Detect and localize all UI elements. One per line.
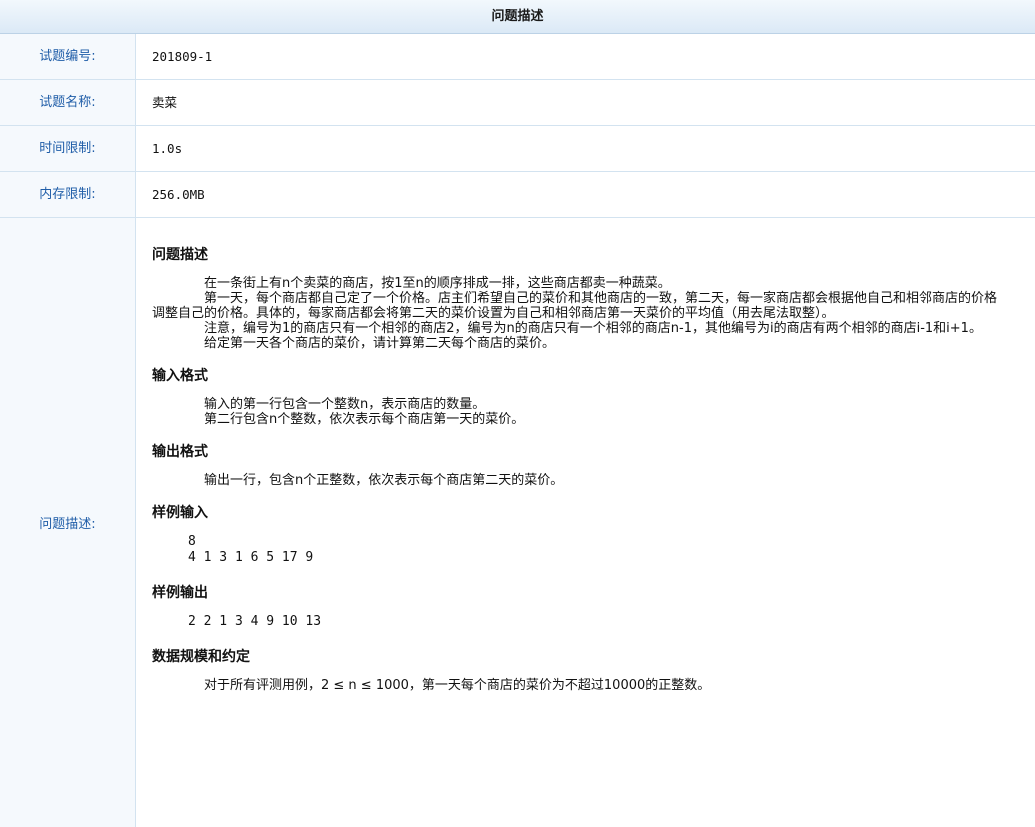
section-title-input: 输入格式	[152, 368, 208, 384]
field-row-id: 试题编号: 201809-1	[0, 34, 1035, 80]
problem-paragraph: 给定第一天各个商店的菜价，请计算第二天每个商店的菜价。	[204, 336, 556, 351]
problem-paragraph: 在一条街上有n个卖菜的商店，按1至n的顺序排成一排，这些商店都卖一种蔬菜。	[204, 276, 671, 291]
sample-input-line: 8	[188, 534, 196, 549]
section-title-output: 输出格式	[152, 444, 208, 460]
header-title: 问题描述	[491, 9, 544, 24]
description-label: 问题描述:	[0, 218, 136, 827]
input-paragraph: 第二行包含n个整数，依次表示每个商店第一天的菜价。	[204, 412, 525, 427]
field-value-id: 201809-1	[152, 49, 213, 64]
problem-text: 在一条街上有n个卖菜的商店，按1至n的顺序排成一排，这些商店都卖一种蔬菜。 第一…	[152, 276, 1005, 351]
field-value-name: 卖菜	[152, 95, 178, 110]
field-value-time: 1.0s	[152, 141, 183, 156]
field-label-time: 时间限制:	[0, 126, 136, 171]
page-header: 问题描述	[0, 0, 1035, 34]
limits-text: 对于所有评测用例，2 ≤ n ≤ 1000，第一天每个商店的菜价为不超过1000…	[152, 678, 1005, 693]
section-title-sample-input: 样例输入	[152, 505, 208, 521]
input-text: 输入的第一行包含一个整数n，表示商店的数量。 第二行包含n个整数，依次表示每个商…	[152, 397, 1005, 427]
field-label-name: 试题名称:	[0, 80, 136, 125]
field-row-time: 时间限制: 1.0s	[0, 126, 1035, 172]
problem-paragraph: 注意，编号为1的商店只有一个相邻的商店2，编号为n的商店只有一个相邻的商店n-1…	[204, 321, 982, 336]
section-title-sample-output: 样例输出	[152, 585, 208, 601]
field-label-id: 试题编号:	[0, 34, 136, 79]
problem-paragraph: 第一天，每个商店都自己定了一个价格。店主们希望自己的菜价和其他商店的一致，第二天…	[152, 291, 998, 321]
field-value-memory: 256.0MB	[152, 187, 205, 202]
sample-output-block: 2 2 1 3 4 9 10 13	[152, 614, 1005, 630]
sample-input-line: 4 1 3 1 6 5 17 9	[188, 550, 314, 565]
section-title-problem: 问题描述	[152, 247, 208, 263]
output-paragraph: 输出一行，包含n个正整数，依次表示每个商店第二天的菜价。	[204, 473, 564, 488]
limits-paragraph: 对于所有评测用例，2 ≤ n ≤ 1000，第一天每个商店的菜价为不超过1000…	[204, 678, 711, 693]
sample-input-block: 8 4 1 3 1 6 5 17 9	[152, 534, 1005, 566]
description-row: 问题描述: 问题描述 在一条街上有n个卖菜的商店，按1至n的顺序排成一排，这些商…	[0, 218, 1035, 827]
section-title-limits: 数据规模和约定	[152, 649, 250, 665]
field-label-memory: 内存限制:	[0, 172, 136, 217]
sample-output-line: 2 2 1 3 4 9 10 13	[188, 614, 322, 629]
field-row-memory: 内存限制: 256.0MB	[0, 172, 1035, 218]
field-row-name: 试题名称: 卖菜	[0, 80, 1035, 126]
input-paragraph: 输入的第一行包含一个整数n，表示商店的数量。	[204, 397, 486, 412]
description-body: 问题描述 在一条街上有n个卖菜的商店，按1至n的顺序排成一排，这些商店都卖一种蔬…	[136, 218, 1019, 827]
output-text: 输出一行，包含n个正整数，依次表示每个商店第二天的菜价。	[152, 473, 1005, 488]
